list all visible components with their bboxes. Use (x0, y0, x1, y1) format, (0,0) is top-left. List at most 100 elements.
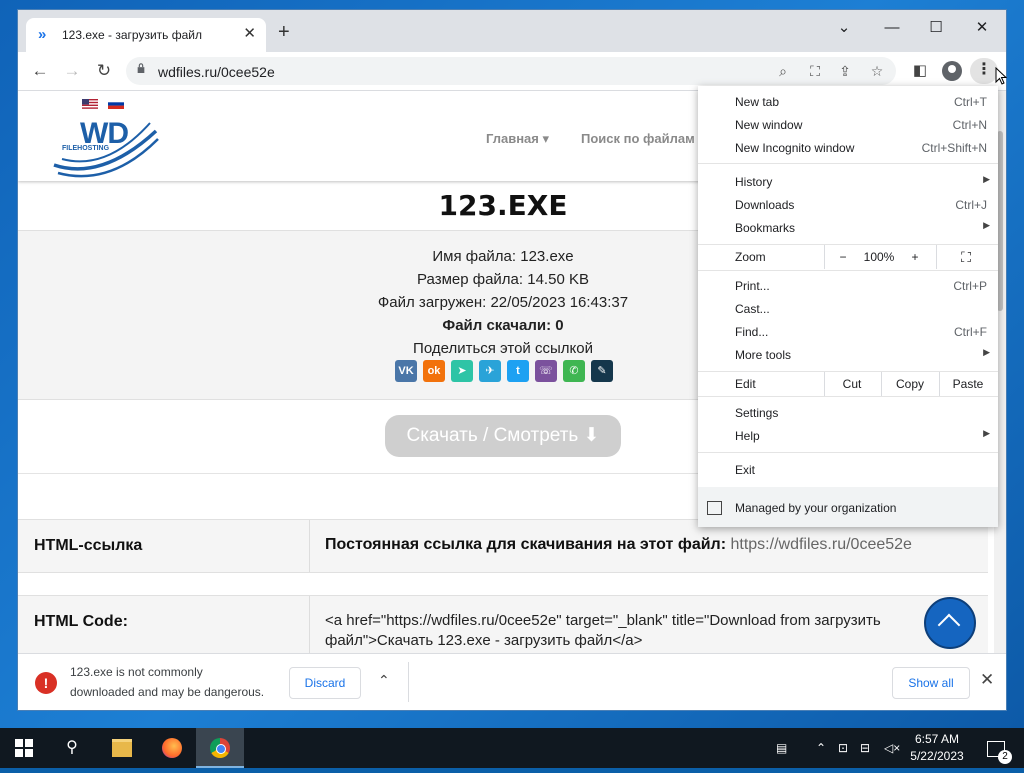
menu-separator (698, 163, 998, 164)
chrome-taskbar-icon[interactable] (196, 728, 244, 768)
menu-item-downloads[interactable]: Downloads Ctrl+J (698, 194, 998, 216)
ru-flag-icon[interactable] (108, 99, 124, 109)
sms-share-icon[interactable]: ➤ (451, 360, 473, 382)
network-icon[interactable]: ⊟ (860, 728, 870, 768)
share-icon[interactable]: ⇪ (836, 63, 854, 79)
html-link-label: HTML-ссылка (34, 537, 143, 554)
system-clock[interactable]: 6:57 AM 5/22/2023 (906, 731, 968, 765)
html-code-row: HTML Code: <a href="https://wdfiles.ru/0… (18, 595, 988, 653)
maximize-button[interactable]: ☐ (914, 14, 958, 42)
new-tab-button[interactable]: + (278, 22, 290, 42)
windows-taskbar: ⚲ ▤ ⌃ ⊡ ⊟ ◁× 6:57 AM 5/22/2023 2 (0, 728, 1024, 768)
twitter-share-icon[interactable]: t (507, 360, 529, 382)
tray-overflow-chevron-icon[interactable]: ⌃ (816, 728, 826, 768)
cut-button[interactable]: Cut (824, 372, 880, 396)
livejournal-share-icon[interactable]: ✎ (591, 360, 613, 382)
back-button[interactable]: ← (28, 59, 52, 83)
edit-label: Edit (735, 377, 756, 391)
zoom-level: 100% (863, 250, 895, 264)
security-tray-icon[interactable]: ⊡ (838, 728, 848, 768)
file-size-value: 14.50 KB (527, 271, 589, 288)
menu-item-print[interactable]: Print... Ctrl+P (698, 275, 998, 297)
menu-item-new-window[interactable]: New window Ctrl+N (698, 114, 998, 136)
reload-button[interactable]: ↻ (92, 59, 116, 83)
notification-count: 2 (998, 749, 1012, 764)
chrome-menu-button[interactable]: ⋮ (970, 58, 998, 84)
tab-active[interactable]: » 123.exe - загрузить файл ✕ (26, 18, 266, 52)
us-flag-icon[interactable] (82, 99, 98, 109)
news-widget-icon[interactable]: ▤ (776, 728, 787, 768)
scroll-to-top-button[interactable] (924, 597, 976, 649)
file-explorer-icon[interactable] (98, 728, 146, 768)
show-all-button[interactable]: Show all (892, 667, 970, 699)
clock-time: 6:57 AM (914, 732, 960, 746)
firefox-icon[interactable] (148, 728, 196, 768)
submenu-arrow-icon: ▶ (983, 220, 990, 230)
side-panel-icon[interactable]: ◧ (910, 61, 930, 81)
profile-avatar-icon[interactable] (942, 61, 962, 81)
file-downloads-value: 0 (555, 317, 564, 334)
windows-logo-icon (15, 739, 33, 757)
html-code-text[interactable]: <a href="https://wdfiles.ru/0cee52e" tar… (325, 612, 881, 649)
menu-separator (698, 270, 998, 271)
zoom-label: Zoom (735, 250, 766, 264)
zoom-out-button[interactable]: − (828, 245, 858, 269)
notification-center-icon[interactable]: 2 (984, 728, 1012, 768)
chevron-up-icon[interactable]: ⌃ (378, 672, 390, 689)
search-taskbar-icon[interactable]: ⚲ (48, 728, 96, 768)
menu-item-cast[interactable]: Cast... (698, 298, 998, 320)
tab-title: 123.exe - загрузить файл (62, 28, 202, 42)
menu-separator (698, 396, 998, 397)
managed-label: Managed by your organization (735, 501, 897, 515)
paste-button[interactable]: Paste (940, 372, 996, 396)
menu-item-find[interactable]: Find... Ctrl+F (698, 321, 998, 343)
download-view-button[interactable]: Скачать / Смотреть ⬇ (385, 415, 621, 457)
fullscreen-icon[interactable]: ⛶ (952, 245, 980, 269)
menu-item-history[interactable]: History ▶ (698, 171, 998, 193)
translate-icon[interactable]: ⛶ (806, 63, 824, 79)
file-uploaded-value: 22/05/2023 16:43:37 (490, 294, 629, 311)
menu-item-more-tools[interactable]: More tools ▶ (698, 344, 998, 366)
permalink-text[interactable]: Постоянная ссылка для скачивания на этот… (325, 536, 912, 554)
discard-button[interactable]: Discard (289, 667, 361, 699)
menu-separator (698, 452, 998, 453)
forward-button[interactable]: → (60, 59, 84, 83)
volume-icon[interactable]: ◁× (884, 728, 900, 768)
search-icon[interactable]: ⌕ (774, 63, 792, 79)
menu-item-new-tab[interactable]: New tab Ctrl+T (698, 91, 998, 113)
nav-home[interactable]: Главная ▾ (486, 131, 549, 147)
warning-icon: ! (35, 672, 57, 694)
bookmark-star-icon[interactable]: ☆ (868, 63, 886, 79)
whatsapp-share-icon[interactable]: ✆ (563, 360, 585, 382)
minimize-button[interactable]: — (870, 14, 914, 42)
submenu-arrow-icon: ▶ (983, 428, 990, 438)
building-icon (707, 501, 722, 515)
menu-item-exit[interactable]: Exit (698, 459, 998, 481)
clock-date: 5/22/2023 (910, 749, 964, 763)
menu-item-settings[interactable]: Settings (698, 402, 998, 424)
tab-strip: » 123.exe - загрузить файл ✕ + ⌄ — ☐ ✕ (18, 10, 1006, 52)
close-window-button[interactable]: ✕ (960, 14, 1004, 42)
address-bar[interactable]: wdfiles.ru/0cee52e ⌕ ⛶ ⇪ ☆ (126, 57, 896, 85)
menu-item-incognito[interactable]: New Incognito window Ctrl+Shift+N (698, 137, 998, 159)
viber-share-icon[interactable]: ☏ (535, 360, 557, 382)
site-favicon-icon: » (38, 26, 47, 43)
close-download-bar-icon[interactable]: ✕ (980, 670, 994, 690)
download-bar-separator (408, 662, 409, 702)
zoom-in-button[interactable]: + (900, 245, 930, 269)
ok-share-icon[interactable]: ok (423, 360, 445, 382)
logo-subtext: FILEHOSTING (62, 145, 110, 152)
tab-search-chevron-icon[interactable]: ⌄ (822, 14, 866, 42)
menu-item-bookmarks[interactable]: Bookmarks ▶ (698, 217, 998, 239)
nav-search-files[interactable]: Поиск по файлам (581, 131, 695, 146)
copy-button[interactable]: Copy (882, 372, 938, 396)
vk-share-icon[interactable]: VK (395, 360, 417, 382)
managed-by-org-item[interactable]: Managed by your organization (698, 487, 998, 527)
menu-edit-row: Edit Cut Copy Paste (698, 372, 998, 396)
menu-item-help[interactable]: Help ▶ (698, 425, 998, 447)
site-logo[interactable]: WD FILEHOSTING (52, 113, 162, 183)
telegram-share-icon[interactable]: ✈ (479, 360, 501, 382)
mouse-cursor-icon (995, 67, 1007, 85)
tab-close-icon[interactable]: ✕ (243, 26, 256, 42)
start-button[interactable] (0, 728, 48, 768)
